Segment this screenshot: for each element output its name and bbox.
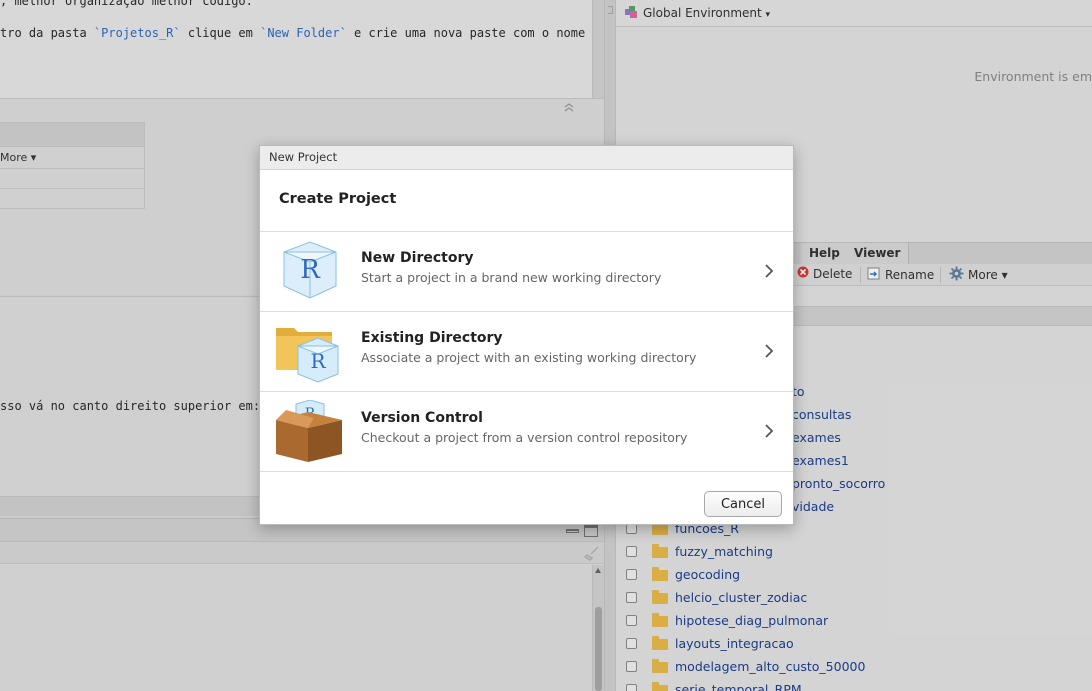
svg-text:R: R bbox=[310, 349, 326, 373]
option-new-directory[interactable]: R New Directory Start a project in a bra… bbox=[260, 232, 793, 312]
chevron-right-icon bbox=[765, 344, 774, 358]
dialog-titlebar: New Project bbox=[260, 146, 793, 170]
svg-text:R: R bbox=[300, 255, 321, 285]
new-directory-icon: R bbox=[274, 240, 346, 304]
option-title: Existing Directory bbox=[361, 330, 503, 346]
option-title: Version Control bbox=[361, 410, 483, 426]
version-control-icon: R bbox=[274, 399, 346, 464]
option-subtitle: Checkout a project from a version contro… bbox=[361, 430, 688, 445]
chevron-right-icon bbox=[765, 264, 774, 278]
cancel-button[interactable]: Cancel bbox=[704, 491, 782, 517]
option-title: New Directory bbox=[361, 250, 474, 266]
option-existing-directory[interactable]: R Existing Directory Associate a project… bbox=[260, 312, 793, 392]
new-project-dialog: New Project Create Project R New Directo… bbox=[259, 145, 794, 525]
chevron-right-icon bbox=[765, 424, 774, 438]
option-version-control[interactable]: R Version Control Checkout a project fro… bbox=[260, 392, 793, 472]
option-subtitle: Associate a project with an existing wor… bbox=[361, 350, 697, 365]
option-subtitle: Start a project in a brand new working d… bbox=[361, 270, 662, 285]
existing-directory-icon: R bbox=[274, 320, 346, 384]
dialog-heading: Create Project bbox=[260, 170, 793, 232]
